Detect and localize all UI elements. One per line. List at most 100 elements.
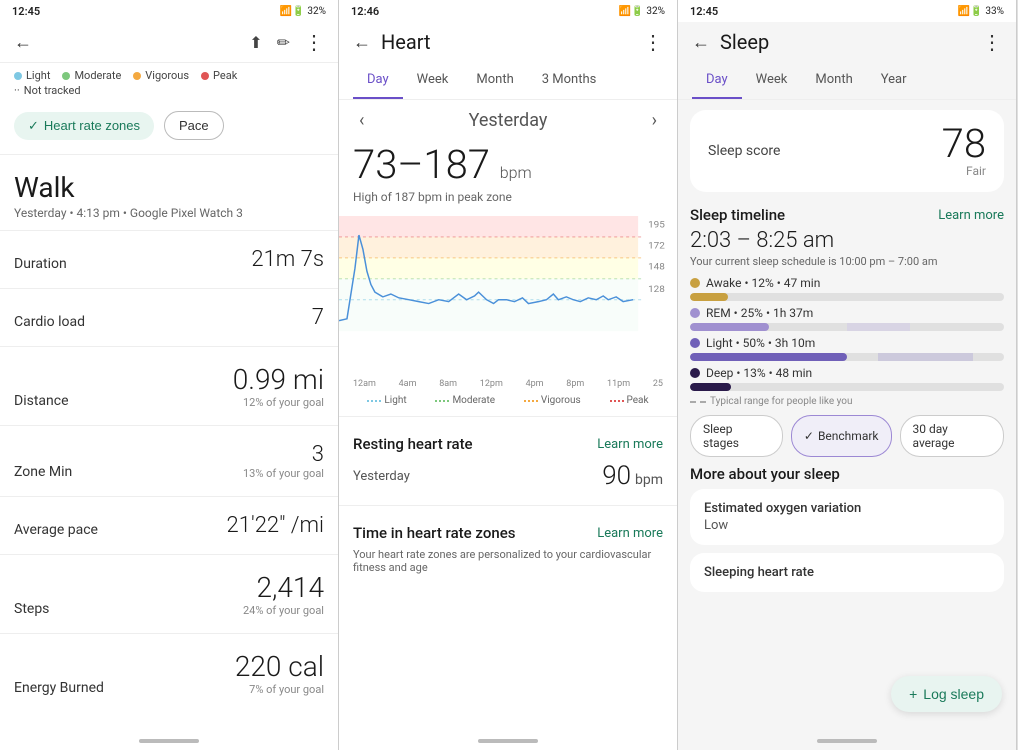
log-sleep-label: Log sleep	[923, 686, 984, 702]
tab-month-heart[interactable]: Month	[462, 62, 527, 99]
resting-hr-section: Resting heart rate Learn more	[339, 423, 677, 457]
steps-value: 2,414	[243, 571, 324, 604]
time-labels: 12am 4am 8am 12pm 4pm 8pm 11pm 25	[339, 377, 677, 391]
light-typical-range	[878, 353, 972, 361]
zone-light-label: Light	[367, 395, 406, 406]
time-3: 12:45	[690, 5, 718, 18]
legend-row: Light Moderate Vigorous Peak	[0, 63, 338, 84]
more-menu-1[interactable]: ⋮	[304, 30, 324, 54]
svg-text:172: 172	[648, 241, 665, 252]
deep-bar-fill	[690, 383, 731, 391]
chip-sleep-stages[interactable]: Sleep stages	[690, 415, 783, 457]
distance-label: Distance	[14, 393, 69, 409]
status-bar-2: 12:46 📶🔋 32%	[339, 0, 677, 22]
share-icon[interactable]: ⬆	[249, 33, 262, 52]
more-menu-2[interactable]: ⋮	[643, 30, 663, 54]
time-12am: 12am	[353, 379, 376, 389]
light-dot	[14, 72, 22, 80]
battery-2: 📶🔋 32%	[619, 6, 665, 17]
tab-month-sleep[interactable]: Month	[801, 62, 866, 99]
tab-year-sleep[interactable]: Year	[867, 62, 921, 99]
oxygen-value: Low	[704, 518, 990, 533]
tab-day-sleep[interactable]: Day	[692, 62, 742, 99]
yesterday-row: Yesterday 90 bpm	[339, 457, 677, 499]
metric-energy: Energy Burned 220 cal 7% of your goal	[0, 640, 338, 706]
bottom-bar-3	[678, 732, 1016, 750]
time-8pm: 8pm	[566, 379, 584, 389]
sleep-scroll[interactable]: Sleep score 78 Fair Sleep timeline Learn…	[678, 100, 1016, 732]
energy-label: Energy Burned	[14, 680, 104, 696]
oxygen-title: Estimated oxygen variation	[704, 501, 990, 516]
battery-3: 📶🔋 33%	[958, 6, 1004, 17]
activity-title: Walk	[14, 171, 324, 204]
log-sleep-button[interactable]: + Log sleep	[891, 676, 1002, 712]
heart-rate-zones-label: Heart rate zones	[44, 118, 140, 133]
metrics-scroll[interactable]: Duration 21m 7s Cardio load 7 Distance 0…	[0, 237, 338, 732]
stage-rem: REM • 25% • 1h 37m	[690, 306, 1004, 331]
next-date-button[interactable]: ›	[652, 110, 657, 131]
awake-label: Awake • 12% • 47 min	[706, 276, 820, 290]
status-bar-3: 12:45 📶🔋 33%	[678, 0, 1016, 22]
time-right: 25	[653, 379, 663, 389]
time-1: 12:45	[12, 5, 40, 18]
zone-vigorous-line	[524, 400, 538, 402]
sleeping-hr-title: Sleeping heart rate	[704, 565, 990, 580]
bottom-bar-2	[339, 732, 677, 750]
sleep-learn-more[interactable]: Learn more	[938, 208, 1004, 223]
chip-benchmark[interactable]: ✓ Benchmark	[791, 415, 892, 457]
heart-tab-row: Day Week Month 3 Months	[339, 62, 677, 100]
prev-date-button[interactable]: ‹	[359, 110, 364, 131]
divider-2	[0, 230, 338, 231]
light-bar-bg	[690, 353, 1004, 361]
more-menu-3[interactable]: ⋮	[982, 30, 1002, 54]
check-icon: ✓	[28, 118, 39, 134]
rem-typical-range	[847, 323, 910, 331]
rem-color	[690, 308, 700, 318]
light-bar-fill	[690, 353, 847, 361]
back-button-2[interactable]: ←	[353, 32, 371, 53]
typical-range-text: Typical range for people like you	[710, 396, 853, 407]
zone-moderate-label: Moderate	[435, 395, 495, 406]
edit-icon[interactable]: ✏	[277, 33, 290, 52]
tab-week-heart[interactable]: Week	[403, 62, 463, 99]
time-4am: 4am	[399, 379, 417, 389]
panel-walk: 12:45 📶🔋 32% ← ⬆ ✏ ⋮ Light Moderate Vigo…	[0, 0, 339, 750]
zones-learn-more[interactable]: Learn more	[597, 526, 663, 541]
time-12pm: 12pm	[480, 379, 503, 389]
tab-3months-heart[interactable]: 3 Months	[528, 62, 611, 99]
heart-scroll[interactable]: ‹ Yesterday › 73–187 bpm High of 187 bpm…	[339, 100, 677, 732]
plus-icon: +	[909, 686, 917, 702]
bpm-unit: bpm	[500, 163, 532, 182]
tab-day-heart[interactable]: Day	[353, 62, 403, 99]
zone-peak-line	[610, 400, 624, 402]
typical-range-note: Typical range for people like you	[690, 396, 1004, 407]
walk-toolbar: ← ⬆ ✏ ⋮	[0, 22, 338, 63]
heart-chart: 195 172 148 128	[339, 212, 677, 377]
more-sleep-section: More about your sleep Estimated oxygen v…	[690, 465, 1004, 592]
energy-sub: 7% of your goal	[235, 683, 324, 696]
cardio-load-label: Cardio load	[14, 314, 85, 330]
typical-range-icon	[690, 401, 706, 403]
bpm-range-value: 73–187	[353, 141, 490, 188]
resting-hr-learn-more[interactable]: Learn more	[597, 437, 663, 452]
divider-1	[0, 154, 338, 155]
time-11pm: 11pm	[607, 379, 630, 389]
pace-button[interactable]: Pace	[164, 111, 224, 140]
moderate-dot	[62, 72, 70, 80]
metric-distance: Distance 0.99 mi 12% of your goal	[0, 353, 338, 419]
zone-vigorous-label: Vigorous	[524, 395, 581, 406]
deep-color	[690, 368, 700, 378]
tab-week-sleep[interactable]: Week	[742, 62, 802, 99]
back-button-3[interactable]: ←	[692, 32, 710, 53]
sleep-timeline-title: Sleep timeline	[690, 206, 785, 224]
home-indicator-1	[139, 739, 199, 743]
chip-30day[interactable]: 30 day average	[900, 415, 1005, 457]
metric-duration: Duration 21m 7s	[0, 237, 338, 282]
back-button-1[interactable]: ←	[14, 32, 32, 53]
svg-text:148: 148	[648, 261, 665, 272]
heart-rate-zones-button[interactable]: ✓ Heart rate zones	[14, 112, 154, 140]
heart-title: Heart	[381, 30, 431, 54]
steps-label: Steps	[14, 601, 49, 617]
peak-dot	[201, 72, 209, 80]
rem-label: REM • 25% • 1h 37m	[706, 306, 813, 320]
